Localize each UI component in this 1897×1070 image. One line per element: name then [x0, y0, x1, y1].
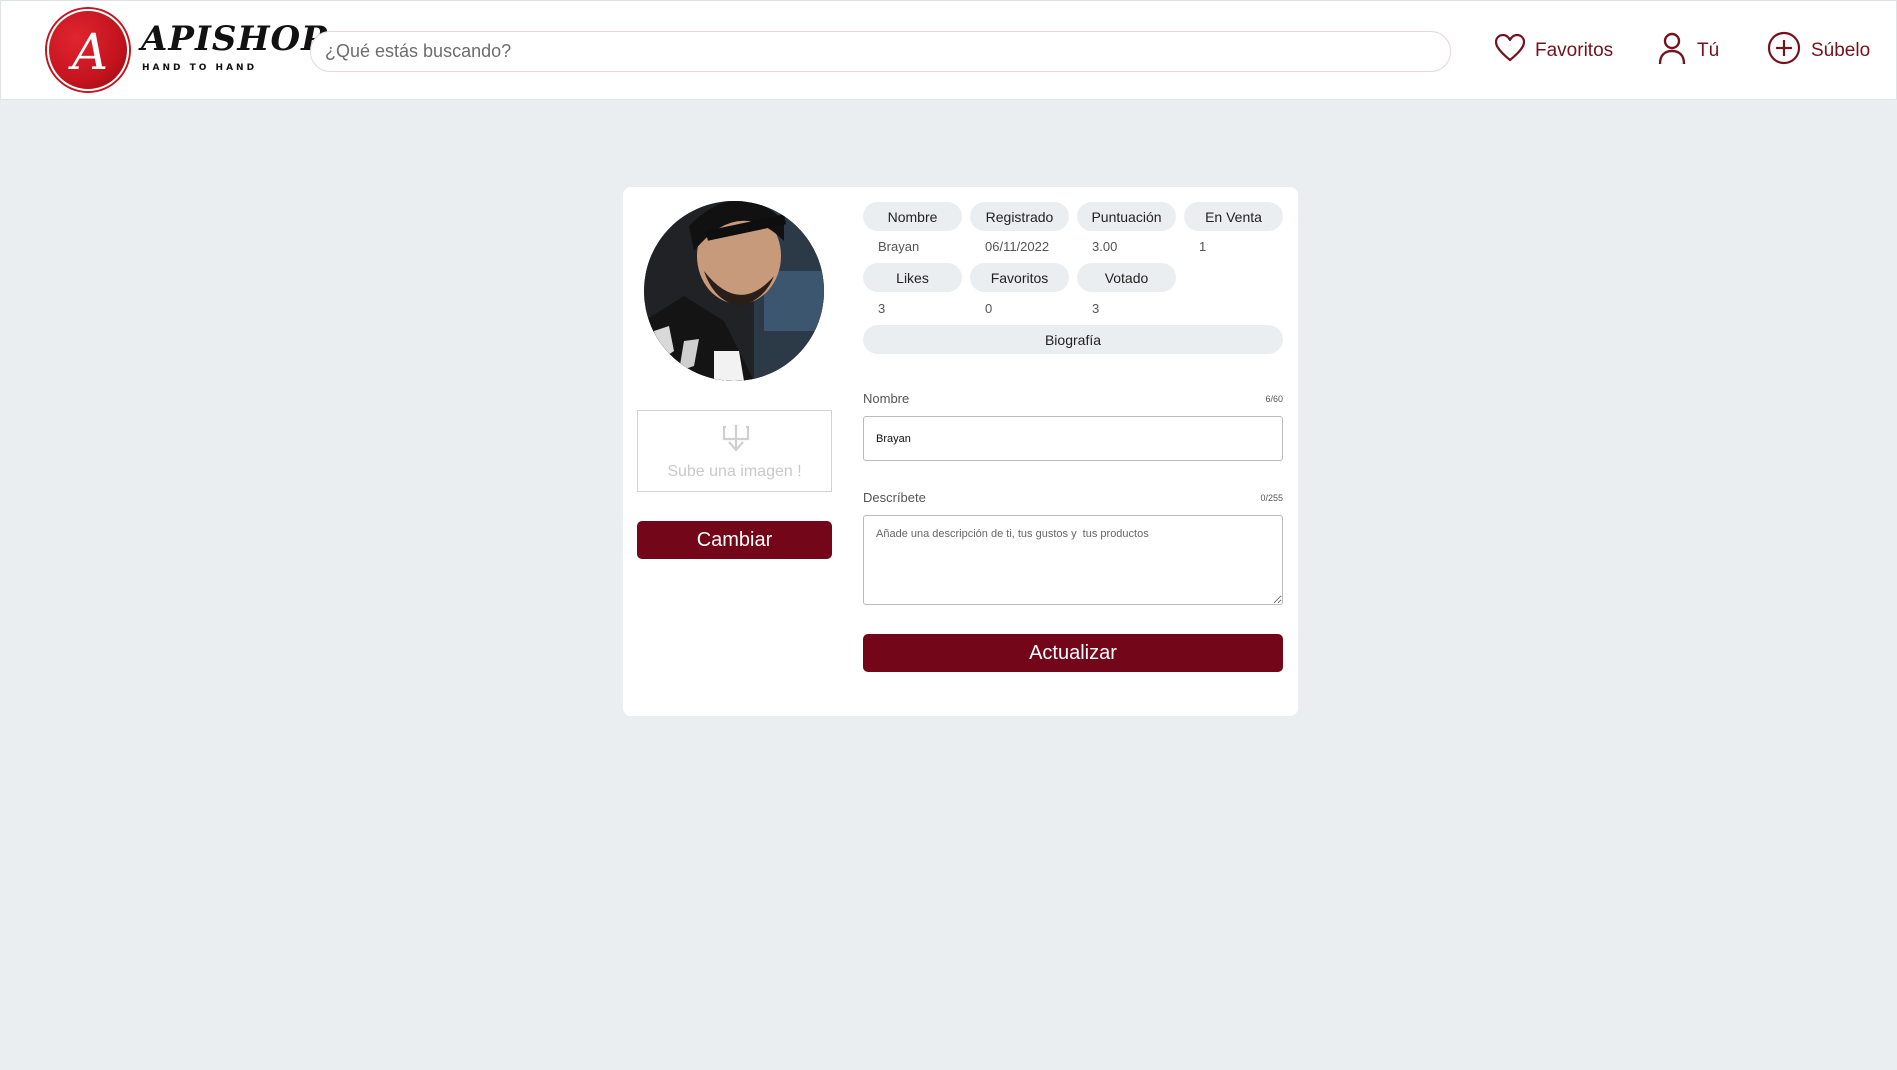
stat-header-likes: Likes — [863, 263, 962, 292]
name-char-counter: 6/60 — [1265, 394, 1283, 404]
nav-subelo[interactable]: Súbelo — [1767, 29, 1870, 73]
stat-value-puntuacion: 3.00 — [1092, 239, 1118, 254]
biografia-header: Biografía — [863, 325, 1283, 354]
search-input[interactable] — [310, 31, 1451, 72]
name-field-label: Nombre — [863, 391, 910, 406]
nav-subelo-label: Súbelo — [1811, 40, 1871, 61]
upload-text: Sube una imagen ! — [667, 463, 802, 480]
plus-circle-icon — [1767, 31, 1801, 71]
stat-value-registrado: 06/11/2022 — [985, 239, 1050, 254]
desc-char-counter: 0/255 — [1260, 493, 1283, 503]
stat-value-nombre: Brayan — [878, 239, 920, 254]
stat-header-en-venta: En Venta — [1184, 202, 1283, 231]
name-input[interactable] — [863, 416, 1283, 461]
nav-favoritos[interactable]: Favoritos — [1494, 29, 1614, 73]
nav-favoritos-label: Favoritos — [1535, 40, 1614, 61]
nav-tu-label: Tú — [1697, 40, 1720, 61]
logo-tagline: HAND TO HAND — [142, 63, 258, 73]
logo-wordmark: APISHOP — [141, 19, 328, 59]
actualizar-button[interactable]: Actualizar — [863, 634, 1283, 672]
download-tray-icon — [722, 423, 750, 458]
profile-card: Sube una imagen ! Cambiar Nombre Registr… — [623, 187, 1298, 716]
stat-value-likes: 3 — [878, 301, 886, 316]
description-textarea[interactable] — [863, 515, 1283, 605]
stat-value-favoritos: 0 — [985, 301, 993, 316]
stat-value-votado: 3 — [1092, 301, 1100, 316]
apishop-logo[interactable]: A APISHOP HAND TO HAND — [47, 9, 327, 93]
avatar — [644, 201, 824, 381]
image-upload-dropzone[interactable]: Sube una imagen ! — [637, 410, 832, 492]
cambiar-button[interactable]: Cambiar — [637, 521, 832, 559]
stat-value-en-venta: 1 — [1199, 239, 1207, 254]
logo-badge: A — [47, 9, 129, 91]
desc-field-label: Descríbete — [863, 490, 926, 505]
logo-letter: A — [68, 23, 108, 81]
user-icon — [1657, 31, 1687, 71]
stat-header-puntuacion: Puntuación — [1077, 202, 1176, 231]
nav-tu[interactable]: Tú — [1657, 29, 1719, 73]
stat-header-registrado: Registrado — [970, 202, 1069, 231]
stat-header-favoritos: Favoritos — [970, 263, 1069, 292]
stat-header-nombre: Nombre — [863, 202, 962, 231]
top-navbar: A APISHOP HAND TO HAND Favoritos Tú Súbe… — [0, 0, 1897, 100]
heart-icon — [1494, 33, 1526, 68]
stat-header-votado: Votado — [1077, 263, 1176, 292]
